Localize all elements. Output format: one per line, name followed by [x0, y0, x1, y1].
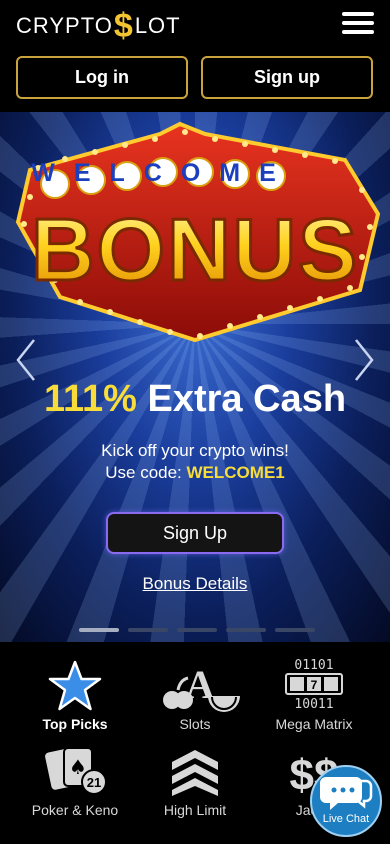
bonus-text: BONUS: [31, 200, 359, 299]
category-top-picks[interactable]: Top Picks: [15, 660, 135, 732]
hamburger-menu-icon[interactable]: [342, 12, 374, 38]
menu-bar: [342, 21, 374, 25]
logo-text-left: CRYPTO: [16, 13, 113, 38]
promo-banner: WELCOME BONUS 111% Extra Cash Kick off y…: [0, 112, 390, 642]
top-header: CRYPTO $ LOT Log in Sign up: [0, 0, 390, 112]
bonus-details-link[interactable]: Bonus Details: [0, 574, 390, 594]
promo-headline: 111% Extra Cash: [0, 378, 390, 421]
promo-headline-text: Extra Cash: [147, 378, 347, 420]
cryptoslot-logo[interactable]: CRYPTO $ LOT: [16, 8, 181, 44]
promo-line-1: Kick off your crypto wins!: [101, 441, 289, 460]
login-button[interactable]: Log in: [16, 56, 188, 99]
chat-bubble-icon: [320, 777, 373, 810]
chevrons-icon: [172, 750, 218, 796]
carousel-dot[interactable]: [275, 628, 315, 632]
svg-text:01101: 01101: [294, 658, 333, 673]
banner-signup-button[interactable]: Sign Up: [106, 512, 284, 554]
promo-line-2: Use code: WELCOME1: [0, 462, 390, 484]
category-label: Top Picks: [42, 716, 108, 732]
menu-bar: [342, 12, 374, 16]
promo-percent: 111%: [43, 378, 137, 420]
cards-icon: ♠ 21: [45, 747, 107, 795]
carousel-indicators: [79, 628, 315, 632]
category-mega-matrix[interactable]: 01101 10011 7 Mega Matrix: [254, 656, 374, 732]
matrix-icon: 01101 10011 7: [285, 658, 343, 712]
svg-text:7: 7: [311, 678, 318, 692]
carousel-dot[interactable]: [128, 628, 168, 632]
promo-code-prefix: Use code:: [105, 463, 182, 482]
promo-subtext: Kick off your crypto wins! Use code: WEL…: [0, 440, 390, 484]
menu-bar: [342, 30, 374, 34]
logo-text-right: LOT: [134, 13, 181, 38]
carousel-dot[interactable]: [177, 628, 217, 632]
category-label: High Limit: [163, 802, 227, 818]
svg-text:10011: 10011: [294, 697, 333, 712]
header-signup-button[interactable]: Sign up: [201, 56, 373, 99]
star-icon: [48, 660, 102, 711]
category-high-limit[interactable]: High Limit: [135, 746, 255, 818]
slots-icon: A: [163, 662, 240, 712]
welcome-text: WELCOME: [31, 159, 295, 187]
carousel-prev-icon[interactable]: [14, 338, 38, 382]
logo-dollar-icon: $: [113, 7, 134, 45]
live-chat-label: Live Chat: [322, 813, 370, 825]
category-label: Poker & Keno: [31, 802, 119, 818]
carousel-dot[interactable]: [226, 628, 266, 632]
carousel-dot[interactable]: [79, 628, 119, 632]
welcome-bonus-sign: WELCOME BONUS: [15, 121, 381, 343]
category-slots[interactable]: A Slots: [135, 660, 255, 732]
carousel-next-icon[interactable]: [352, 338, 376, 382]
category-label: Mega Matrix: [275, 716, 353, 732]
live-chat-button[interactable]: Live Chat: [310, 765, 382, 837]
promo-code: WELCOME1: [186, 463, 285, 482]
category-label: Slots: [179, 716, 211, 732]
category-poker-keno[interactable]: ♠ 21 Poker & Keno: [15, 746, 135, 818]
svg-text:21: 21: [87, 775, 101, 790]
